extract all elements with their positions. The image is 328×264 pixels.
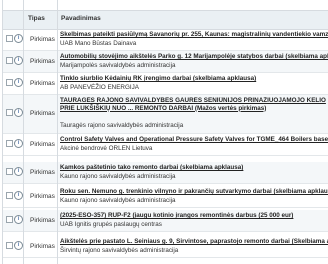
row-title-link[interactable]: Aikštelės prie pastato L. Šeiniaus g. 9,… — [60, 238, 328, 245]
select-checkbox[interactable] — [6, 216, 13, 223]
row-type: Pirkimas — [30, 169, 55, 176]
row-organization: Akcinė bendrovė ORLEN Lietuva — [60, 145, 153, 152]
row-type: Pirkimas — [30, 80, 55, 87]
column-divider — [57, 0, 58, 264]
row-title-link[interactable]: Roku sen. Nemuno g. trenkinio vilnyno ir… — [60, 188, 328, 195]
select-checkbox[interactable] — [6, 168, 13, 175]
row-organization: Tauragės rajono savivaldybės administrac… — [60, 122, 184, 129]
row-organization: Marijampolės savivaldybės administracija — [60, 62, 176, 69]
info-icon[interactable]: i — [14, 191, 23, 200]
row-organization: AB PANEVĖŽIO ENERGIJA — [60, 84, 139, 91]
table-header: Tipas Pavadinimas — [3, 10, 328, 30]
table-row[interactable]: i Pirkimas Aikštelės prie pastato L. Šei… — [3, 236, 328, 258]
row-title-link[interactable]: Tinklo siurblio Kėdainių RK įrengimo dar… — [60, 75, 328, 82]
row-type: Pirkimas — [30, 36, 55, 43]
select-checkbox[interactable] — [6, 79, 13, 86]
row-title-link[interactable]: (2025-ESO-357) RUP-F2 (įaugu kotinio įra… — [60, 212, 328, 219]
row-organization: UAB Ignitis grupės paslaugų centras — [60, 221, 162, 228]
info-icon[interactable]: i — [14, 78, 23, 87]
table-row[interactable]: i Pirkimas Kamkos paštetinio tako remont… — [3, 162, 328, 184]
select-checkbox[interactable] — [6, 35, 13, 42]
info-icon[interactable]: i — [14, 139, 23, 148]
row-title-link[interactable]: Automobilių stovėjimo aikštelės Parko g.… — [60, 53, 328, 60]
info-icon[interactable]: i — [14, 241, 23, 250]
column-header-type[interactable]: Tipas — [28, 15, 45, 22]
table-row[interactable]: i Pirkimas Roku sen. Nemuno g. trenkinio… — [3, 186, 328, 208]
table-row[interactable]: i Pirkimas TAURAGĖS RAJONO SAVIVALDYBĖS … — [3, 95, 328, 134]
row-type: Pirkimas — [30, 141, 55, 148]
info-icon[interactable]: i — [14, 215, 23, 224]
info-icon[interactable]: i — [14, 56, 23, 65]
row-title-link[interactable]: Kamkos paštetinio tako remonto darbai (s… — [60, 164, 328, 171]
table-row[interactable]: i Pirkimas (2025-ESO-357) RUP-F2 (įaugu … — [3, 210, 328, 232]
row-type: Pirkimas — [30, 110, 55, 117]
select-checkbox[interactable] — [6, 192, 13, 199]
table-row[interactable]: i Pirkimas Automobilių stovėjimo aikštel… — [3, 51, 328, 73]
row-type: Pirkimas — [30, 243, 55, 250]
row-organization: Kauno rajono savivaldybės administracija — [60, 197, 176, 204]
row-organization: Širvintų rajono savivaldybės administrac… — [60, 247, 179, 254]
column-divider — [23, 0, 24, 264]
info-icon[interactable]: i — [14, 34, 23, 43]
row-type: Pirkimas — [30, 58, 55, 65]
table-row[interactable]: i Pirkimas Tinklo siurblio Kėdainių RK į… — [3, 73, 328, 95]
info-icon[interactable]: i — [14, 108, 23, 117]
select-checkbox[interactable] — [6, 57, 13, 64]
row-organization: UAB Mano Būstas Dainava — [60, 40, 137, 47]
procurement-table: Tipas Pavadinimas i Pirkimas Skelbimas p… — [2, 0, 328, 264]
row-title-link[interactable]: Control Safety Valves and Operational Pr… — [60, 136, 328, 143]
select-checkbox[interactable] — [6, 109, 13, 116]
info-icon[interactable]: i — [14, 167, 23, 176]
table-row[interactable]: i Pirkimas Control Safety Valves and Ope… — [3, 134, 328, 156]
row-organization: Kauno rajono savivaldybės administracija — [60, 173, 176, 180]
select-checkbox[interactable] — [6, 140, 13, 147]
select-checkbox[interactable] — [6, 242, 13, 249]
row-title-link[interactable]: TAURAGĖS RAJONO SAVIVALDYBĖS GAURĖS SENI… — [60, 97, 328, 120]
row-type: Pirkimas — [30, 193, 55, 200]
column-header-name[interactable]: Pavadinimas — [61, 15, 101, 22]
row-type: Pirkimas — [30, 217, 55, 224]
row-title-link[interactable]: Skelbimas pateikti pasiūlymą Savanorių p… — [60, 31, 328, 38]
table-row[interactable]: i Pirkimas Skelbimas pateikti pasiūlymą … — [3, 29, 328, 51]
